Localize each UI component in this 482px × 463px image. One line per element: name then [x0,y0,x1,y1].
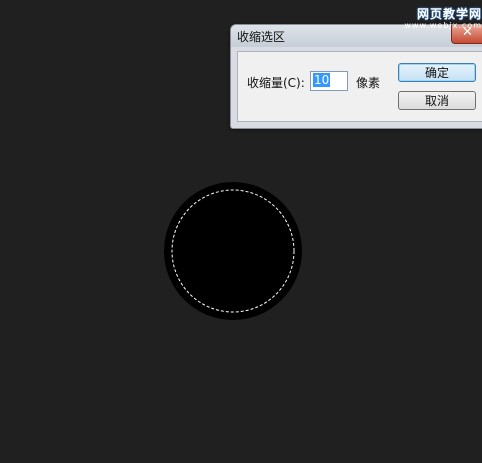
contract-amount-value: 10 [313,73,331,87]
watermark-site-url: www.webjx.com [404,21,482,30]
cancel-button[interactable]: 取消 [398,91,476,110]
dialog-title: 收缩选区 [237,30,286,44]
pixels-unit-label: 像素 [356,76,381,90]
ok-button[interactable]: 确定 [398,63,476,82]
selection-marquee [171,189,295,313]
contract-selection-dialog: 收缩选区 ✕ 收缩量(C): 10 像素 确定 取消 [230,24,482,129]
watermark-site-name: 网页教学网 [416,7,482,21]
site-watermark: 网页教学网 www.webjx.com [402,5,482,35]
contract-amount-input[interactable]: 10 [310,71,348,91]
contract-amount-label: 收缩量(C): [247,76,305,90]
dialog-body: 收缩量(C): 10 像素 确定 取消 [237,51,482,122]
